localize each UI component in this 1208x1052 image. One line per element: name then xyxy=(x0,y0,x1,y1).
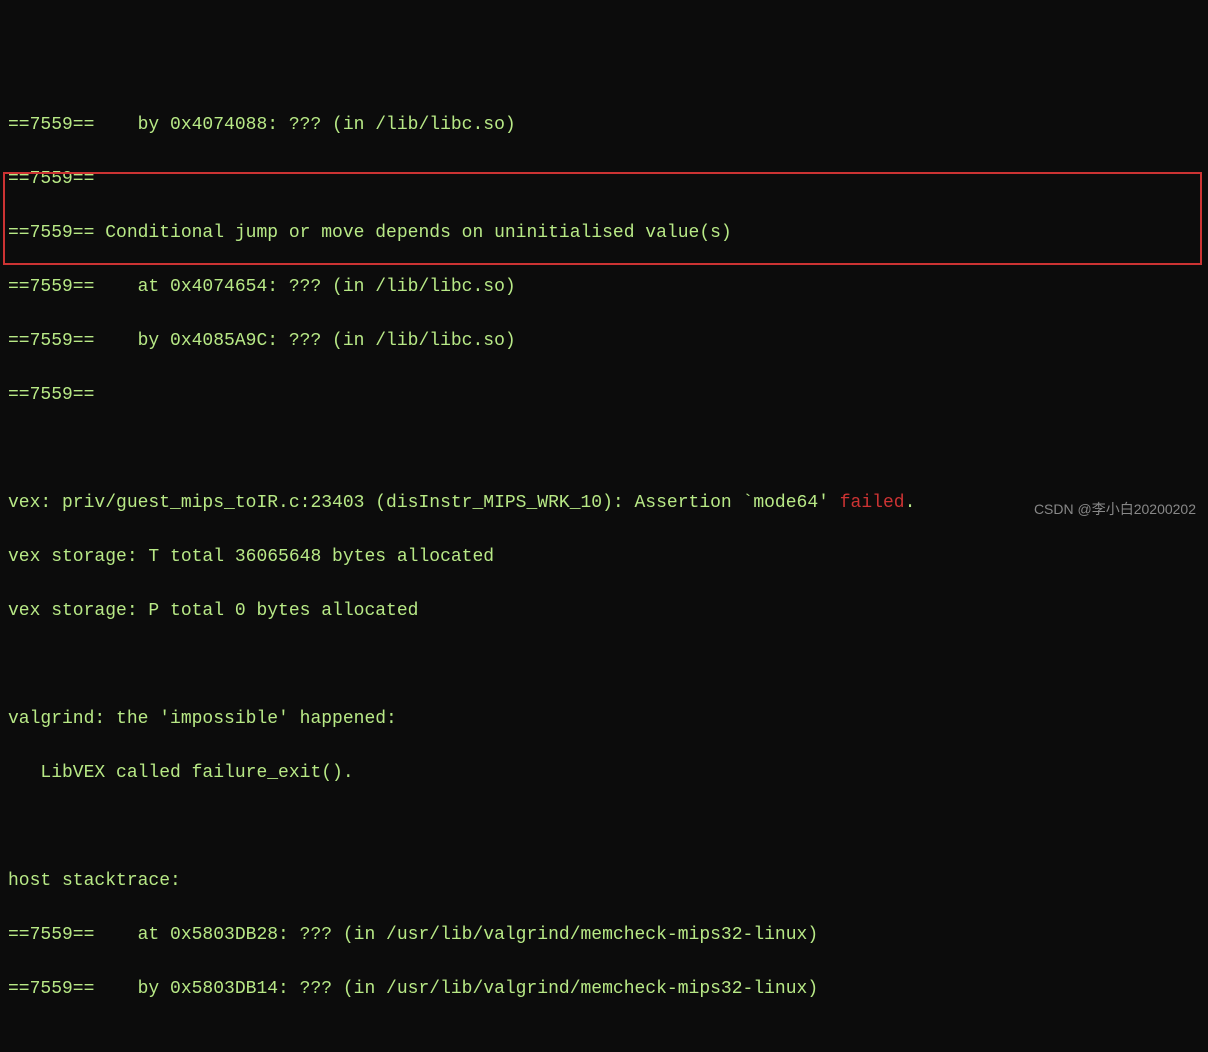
terminal-line-blank xyxy=(8,814,1200,841)
stacktrace-line: ==7559== at 0x5803DB28: ??? (in /usr/lib… xyxy=(8,922,1200,949)
vex-storage-t-line: vex storage: T total 36065648 bytes allo… xyxy=(8,544,1200,571)
valgrind-impossible-line: valgrind: the 'impossible' happened: xyxy=(8,706,1200,733)
vex-assertion-line: vex: priv/guest_mips_toIR.c:23403 (disIn… xyxy=(8,490,1200,517)
terminal-line-blank xyxy=(8,1030,1200,1052)
stacktrace-line: ==7559== by 0x5803DB14: ??? (in /usr/lib… xyxy=(8,976,1200,1003)
assertion-text: vex: priv/guest_mips_toIR.c:23403 (disIn… xyxy=(8,493,840,513)
stacktrace-header: host stacktrace: xyxy=(8,868,1200,895)
terminal-line: ==7559== at 0x4074654: ??? (in /lib/libc… xyxy=(8,274,1200,301)
terminal-line: ==7559== by 0x4074088: ??? (in /lib/libc… xyxy=(8,112,1200,139)
failed-text: failed xyxy=(840,493,905,513)
terminal-line: ==7559== by 0x4085A9C: ??? (in /lib/libc… xyxy=(8,328,1200,355)
terminal-line-blank xyxy=(8,652,1200,679)
vex-storage-p-line: vex storage: P total 0 bytes allocated xyxy=(8,598,1200,625)
assertion-suffix: . xyxy=(905,493,916,513)
terminal-line: ==7559== xyxy=(8,382,1200,409)
csdn-watermark: CSDN @李小白20200202 xyxy=(1034,499,1196,520)
libvex-failure-line: LibVEX called failure_exit(). xyxy=(8,760,1200,787)
terminal-line: ==7559== Conditional jump or move depend… xyxy=(8,220,1200,247)
terminal-line: ==7559== xyxy=(8,166,1200,193)
terminal-line-blank xyxy=(8,436,1200,463)
